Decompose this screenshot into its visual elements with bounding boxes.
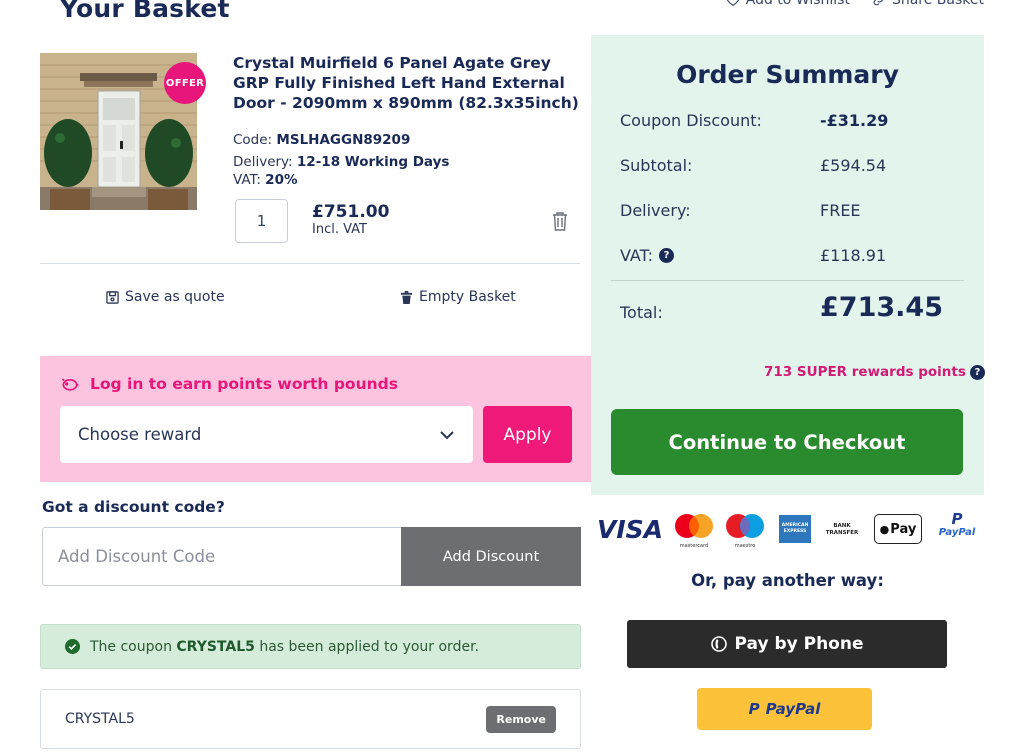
apple-pay-logo: ● Pay xyxy=(874,514,922,544)
coupon-discount-value: -£31.29 xyxy=(820,111,889,130)
add-to-wishlist-label: Add to Wishlist xyxy=(745,0,850,8)
phone-icon xyxy=(710,636,727,652)
empty-basket-label: Empty Basket xyxy=(419,289,516,305)
chevron-down-icon xyxy=(440,430,454,439)
save-as-quote-button[interactable]: Save as quote xyxy=(106,289,225,305)
paypal-checkout-button[interactable]: P PayPal xyxy=(697,688,872,730)
coupon-applied-message: The coupon CRYSTAL5 has been applied to … xyxy=(40,624,581,669)
subtotal-value: £594.54 xyxy=(820,156,887,175)
delivery-summary-label: Delivery: xyxy=(620,201,691,220)
save-as-quote-label: Save as quote xyxy=(125,289,225,305)
basket-top-links: Add to Wishlist Share Basket xyxy=(726,0,984,8)
product-code: MSLHAGGN89209 xyxy=(276,132,411,148)
applied-coupon-code: CRYSTAL5 xyxy=(65,711,135,727)
paypal-button-label: PayPal xyxy=(765,700,821,718)
applied-coupon-row: CRYSTAL5 Remove xyxy=(40,689,581,749)
page-title: Your Basket xyxy=(60,0,230,23)
coupon-message-text: The coupon CRYSTAL5 has been applied to … xyxy=(90,639,479,655)
code-label: Code: xyxy=(233,132,273,148)
link-icon xyxy=(873,0,884,6)
mastercard-logo: mastercard xyxy=(673,513,715,549)
delivery-summary-value: FREE xyxy=(820,201,861,220)
product-meta: Code: MSLHAGGN89209 Delivery: 12-18 Work… xyxy=(233,129,449,191)
coupon-msg-code: CRYSTAL5 xyxy=(176,638,255,655)
save-icon xyxy=(106,290,119,304)
reward-select[interactable]: Choose reward xyxy=(60,406,473,463)
visa-logo: VISA xyxy=(597,514,664,544)
rewards-points: 713 SUPER rewards points ? xyxy=(764,364,985,380)
heart-icon xyxy=(726,0,739,6)
apple-icon: ● xyxy=(879,522,890,536)
share-basket-link[interactable]: Share Basket xyxy=(872,0,984,8)
rewards-points-text: 713 SUPER rewards points xyxy=(764,364,966,380)
mastercard-icon xyxy=(675,514,713,538)
total-label: Total: xyxy=(620,303,663,322)
pay-another-way-heading: Or, pay another way: xyxy=(691,571,884,590)
share-basket-label: Share Basket xyxy=(891,0,984,8)
product-divider xyxy=(40,263,580,264)
piggy-bank-icon xyxy=(61,378,79,391)
pay-by-phone-label: Pay by Phone xyxy=(734,634,864,654)
maestro-icon xyxy=(726,514,764,538)
maestro-label: maestro xyxy=(734,543,756,549)
product-price: £751.00 xyxy=(312,202,390,222)
subtotal-label: Subtotal: xyxy=(620,156,693,175)
paypal-p-icon: P xyxy=(951,510,963,528)
quantity-input[interactable]: 1 xyxy=(235,199,288,243)
apple-pay-label: Pay xyxy=(890,521,917,537)
discount-label: Got a discount code? xyxy=(42,498,225,516)
coupon-discount-label: Coupon Discount: xyxy=(620,111,762,130)
amex-logo: AMERICAN EXPRESS xyxy=(779,515,811,543)
summary-divider xyxy=(611,280,964,281)
remove-coupon-button[interactable]: Remove xyxy=(486,705,556,733)
reward-select-value: Choose reward xyxy=(78,425,202,444)
vat-summary-row: VAT: ? xyxy=(620,246,675,265)
vat-label: VAT: xyxy=(233,172,261,188)
delete-item-icon[interactable] xyxy=(551,211,569,231)
coupon-msg-post: has been applied to your order. xyxy=(259,638,479,655)
coupon-msg-pre: The coupon xyxy=(90,638,172,655)
trash-icon xyxy=(400,290,413,304)
apply-reward-button[interactable]: Apply xyxy=(483,406,572,463)
empty-basket-button[interactable]: Empty Basket xyxy=(400,289,516,305)
total-value: £713.45 xyxy=(820,292,943,323)
offer-badge: OFFER xyxy=(164,62,206,104)
rewards-heading-label: Log in to earn points worth pounds xyxy=(90,375,398,393)
order-summary-title: Order Summary xyxy=(676,60,899,89)
product-code-row: Code: MSLHAGGN89209 xyxy=(233,129,449,151)
add-discount-button[interactable]: Add Discount xyxy=(401,527,581,586)
rewards-heading[interactable]: Log in to earn points worth pounds xyxy=(60,374,398,394)
maestro-logo: maestro xyxy=(724,513,766,549)
paypal-button-icon: P xyxy=(748,700,760,718)
continue-to-checkout-button[interactable]: Continue to Checkout xyxy=(611,409,963,475)
bank-transfer-logo: BANK TRANSFER xyxy=(825,523,859,536)
discount-code-input[interactable]: Add Discount Code xyxy=(42,527,402,586)
add-to-wishlist-link[interactable]: Add to Wishlist xyxy=(726,0,850,8)
vat-summary-label: VAT: xyxy=(620,246,654,265)
vat-help-icon[interactable]: ? xyxy=(659,248,675,263)
check-circle-icon xyxy=(65,639,80,654)
vat-summary-value: £118.91 xyxy=(820,246,887,265)
mastercard-label: mastercard xyxy=(679,543,709,549)
product-title[interactable]: Crystal Muirfield 6 Panel Agate Grey GRP… xyxy=(233,53,583,113)
delivery-time: 12-18 Working Days xyxy=(296,154,450,170)
paypal-small-logo: P PayPal xyxy=(933,512,981,546)
paypal-small-label: PayPal xyxy=(938,527,976,538)
vat-rate: 20% xyxy=(265,172,298,188)
points-help-icon[interactable]: ? xyxy=(969,364,985,380)
pay-by-phone-button[interactable]: Pay by Phone xyxy=(627,620,947,668)
delivery-label: Delivery: xyxy=(233,154,293,170)
price-incl-vat: Incl. VAT xyxy=(312,222,367,237)
